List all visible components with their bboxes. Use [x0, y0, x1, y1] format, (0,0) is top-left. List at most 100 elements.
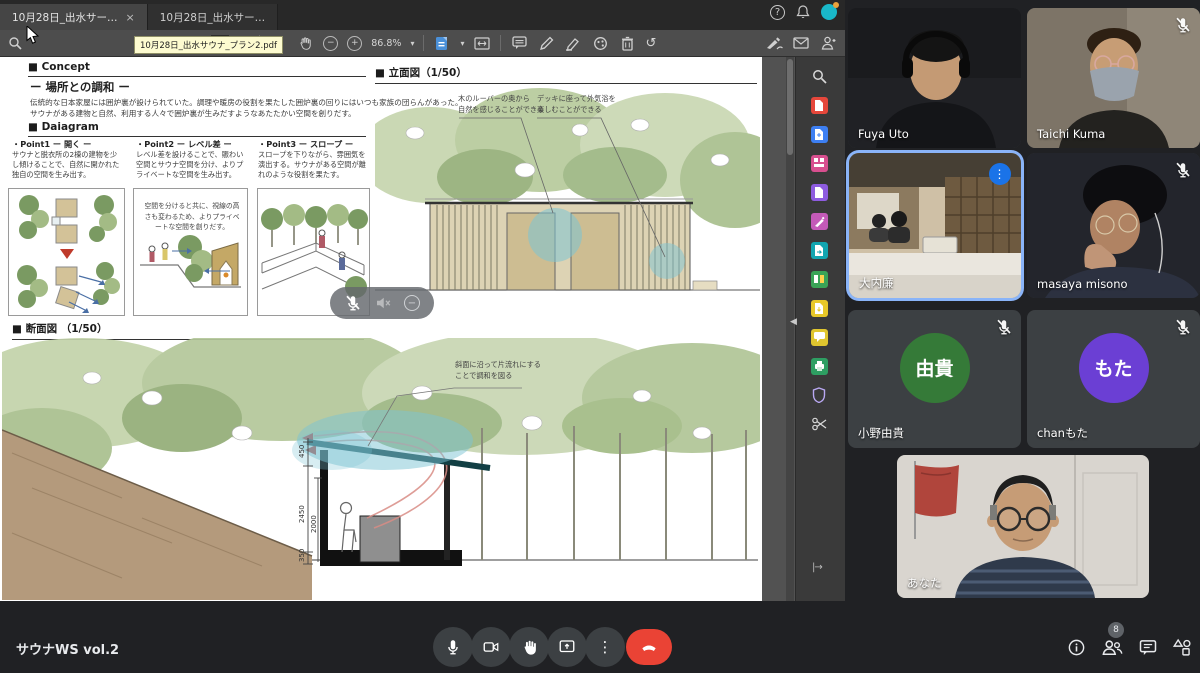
fill-sign-tool-icon[interactable] — [808, 210, 830, 232]
diagram-heading: ■ Daiagram — [28, 121, 366, 137]
mic-muted-icon — [1174, 16, 1192, 34]
comment-tool-icon[interactable] — [808, 181, 830, 203]
delete-icon[interactable] — [618, 34, 636, 52]
hand-tool-icon[interactable] — [296, 34, 314, 52]
concept-subtitle: ー 場所との調和 ー — [30, 79, 130, 95]
mouse-cursor — [26, 26, 40, 44]
expand-panel-icon[interactable]: |→ — [812, 562, 822, 573]
mic-muted-icon — [995, 318, 1013, 336]
zoom-dropdown-caret-icon[interactable]: ▾ — [410, 39, 414, 48]
participant-tile-ono[interactable]: 由貴 小野由貴 — [848, 310, 1021, 448]
participant-tile-ouchi[interactable]: ⋮ 大内廉 — [849, 153, 1021, 298]
collapse-panel-icon[interactable]: ◀ — [790, 317, 797, 327]
notifications-bell-icon[interactable] — [796, 5, 810, 20]
elevation-note-2: デッキに座って外気浴を 楽しむことができる — [537, 93, 616, 115]
tile-more-options-button[interactable]: ⋮ — [989, 163, 1011, 185]
participant-tile-fuya[interactable]: Fuya Uto — [848, 8, 1021, 148]
pdf-tab-label: 10月28日_出水サー… — [160, 10, 265, 25]
screen-share-acrobat: 10月28日_出水サー… × 10月28日_出水サー… ? ↑ ↓ 1 — [0, 0, 845, 601]
compress-pdf-icon[interactable] — [808, 297, 830, 319]
minimize-overlay-icon[interactable]: − — [404, 295, 420, 311]
pdf-scrollbar[interactable] — [786, 57, 794, 601]
more-options-button[interactable]: ⋮ — [585, 627, 625, 667]
pdf-document-area[interactable]: ■ Concept ー 場所との調和 ー 伝統的な日本家屋には囲炉裏が設けられて… — [0, 57, 795, 601]
export-convert-icon[interactable] — [808, 239, 830, 261]
participant-tile-taichi[interactable]: Taichi Kuma — [1027, 8, 1200, 148]
elevation-heading: ■ 立面図（1/50） — [375, 65, 757, 84]
comment-icon[interactable] — [510, 34, 528, 52]
export-pdf-icon[interactable] — [808, 94, 830, 116]
avatar: 由貴 — [900, 333, 970, 403]
protect-shield-icon[interactable] — [808, 384, 830, 406]
stamp-tools-icon[interactable] — [591, 34, 609, 52]
create-pdf-icon[interactable] — [808, 123, 830, 145]
participant-name: masaya misono — [1037, 277, 1128, 291]
google-meet-window: 10月28日_出水サー… × 10月28日_出水サー… ? ↑ ↓ 1 — [0, 0, 1200, 673]
acrobat-tab-bar: 10月28日_出水サー… × 10月28日_出水サー… ? — [0, 0, 845, 30]
raise-hand-button[interactable] — [509, 627, 549, 667]
activities-icon[interactable] — [1168, 633, 1196, 661]
camera-button[interactable] — [471, 627, 511, 667]
chat-icon[interactable] — [1134, 633, 1162, 661]
participant-tile-masaya[interactable]: masaya misono — [1027, 153, 1200, 298]
present-screen-button[interactable] — [547, 627, 587, 667]
participant-tile-chan[interactable]: もた chanもた — [1027, 310, 1200, 448]
highlighter-icon[interactable] — [564, 34, 582, 52]
zoom-out-button[interactable]: − — [323, 36, 338, 51]
search-tool-icon[interactable] — [808, 65, 830, 87]
section-drawing: 450 2450 2000 350 — [2, 338, 760, 600]
page-view-icon[interactable] — [433, 34, 451, 52]
more-tools-scissors-icon[interactable] — [808, 413, 830, 435]
pdf-tab-label: 10月28日_出水サー… — [12, 10, 117, 25]
participant-name: 小野由貴 — [858, 425, 904, 441]
svg-text:350: 350 — [298, 549, 306, 562]
end-call-button[interactable] — [626, 629, 672, 665]
acrobat-toolbar: ↑ ↓ 1 / 3 − + 86.8% ▾ ▾ — [0, 30, 845, 57]
fit-width-icon[interactable] — [473, 34, 491, 52]
filename-tooltip: 10月28日_出水サウナ_プラン2.pdf — [134, 36, 283, 54]
pdf-tab-inactive[interactable]: 10月28日_出水サー… — [148, 4, 278, 30]
mic-muted-icon[interactable] — [344, 294, 362, 312]
help-icon[interactable]: ? — [770, 5, 785, 20]
point3-title: ・Point3 ー スロープ ー — [258, 138, 353, 150]
avatar: もた — [1079, 333, 1149, 403]
svg-text:2000: 2000 — [310, 515, 318, 533]
zoom-in-button[interactable]: + — [347, 36, 362, 51]
participant-name: chanもた — [1037, 425, 1088, 441]
participant-count-badge: 8 — [1108, 622, 1124, 638]
fill-sign-pen-icon[interactable] — [765, 34, 783, 52]
zoom-level-value[interactable]: 86.8% — [371, 38, 401, 49]
close-tab-icon[interactable]: × — [125, 11, 134, 24]
mic-button[interactable] — [433, 627, 473, 667]
account-avatar[interactable] — [821, 4, 837, 20]
self-view-tile[interactable]: あなた — [897, 455, 1149, 598]
page-view-caret-icon[interactable]: ▾ — [460, 39, 464, 48]
point1-title: ・Point1 ー 開く ー — [12, 138, 91, 150]
acrobat-tools-panel: ◀ |→ — [795, 57, 845, 601]
pencil-annotate-icon[interactable] — [537, 34, 555, 52]
participant-name: 大内廉 — [859, 275, 894, 291]
self-name: あなた — [907, 575, 942, 591]
undo-icon[interactable]: ↺ — [645, 36, 656, 51]
send-mail-icon[interactable] — [792, 34, 810, 52]
audio-off-icon[interactable] — [374, 294, 392, 312]
point3-body: スロープを下りながら、雰囲気を演出する。サウナがある空間が離れのような役割を果た… — [258, 150, 370, 180]
concept-heading: ■ Concept — [28, 61, 366, 77]
meeting-title: サウナWS vol.2 — [16, 639, 119, 658]
find-icon[interactable] — [6, 34, 24, 52]
svg-text:2450: 2450 — [298, 505, 306, 523]
mic-muted-icon — [1174, 318, 1192, 336]
point2-title: ・Point2 ー レベル差 ー — [136, 138, 232, 150]
pdf-tab-active[interactable]: 10月28日_出水サー… × — [0, 4, 148, 30]
edit-pdf-icon[interactable] — [808, 152, 830, 174]
diagram-open-sketch — [8, 188, 125, 316]
share-person-icon[interactable] — [819, 34, 837, 52]
organize-pages-icon[interactable] — [808, 268, 830, 290]
print-production-icon[interactable] — [808, 355, 830, 377]
diagram-level-sketch: 空間を分けると共に、視線の高さも変わるため、よりプライベートな空間を創りだす。 — [133, 188, 248, 316]
stamp-comment-icon[interactable] — [808, 326, 830, 348]
meeting-details-info-icon[interactable] — [1062, 633, 1090, 661]
section-note: 斜面に沿って片流れにする ことで調和を図る — [455, 359, 541, 381]
pdf-page: ■ Concept ー 場所との調和 ー 伝統的な日本家屋には囲炉裏が設けられて… — [0, 57, 762, 601]
participant-name: Taichi Kuma — [1037, 127, 1105, 141]
